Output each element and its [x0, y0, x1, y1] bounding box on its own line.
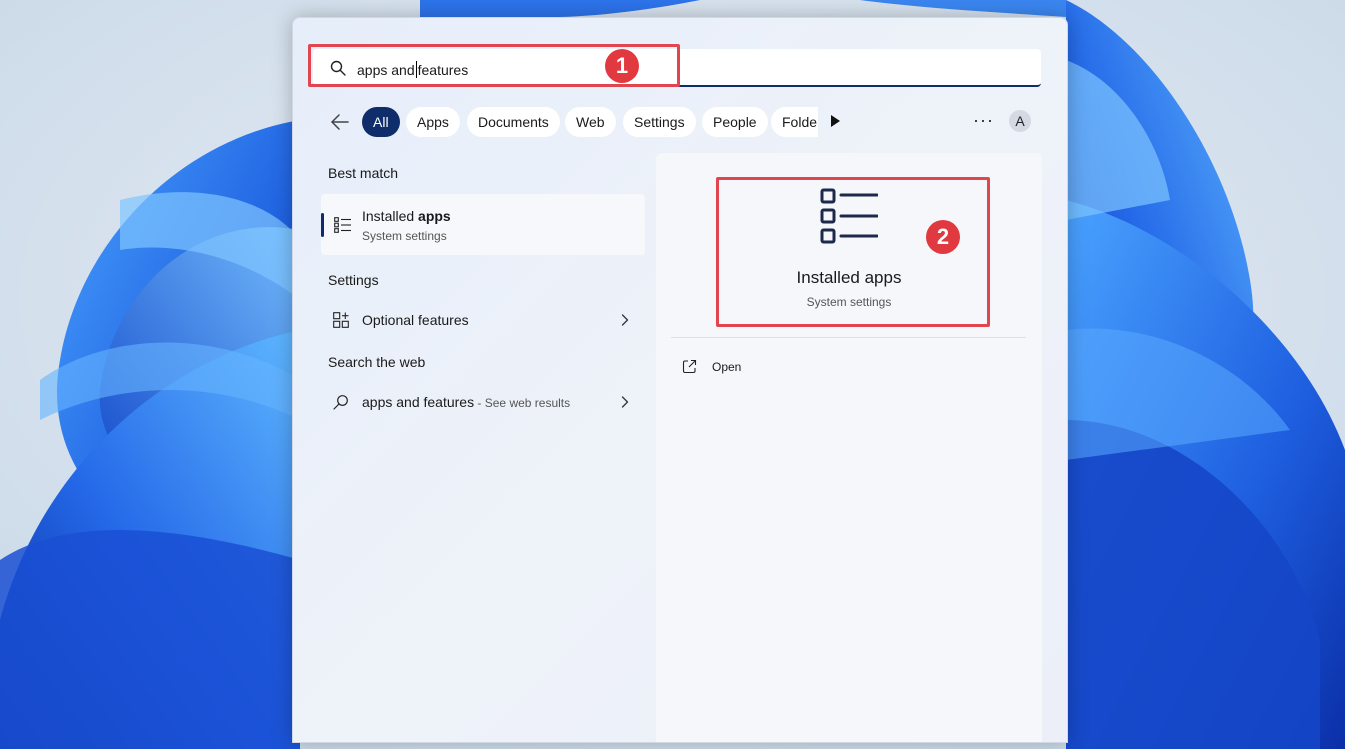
- filter-folders[interactable]: Folde: [771, 107, 818, 137]
- web-result-label: apps and features - See web results: [362, 394, 570, 410]
- chevron-right-icon: [621, 314, 629, 326]
- start-search-panel: apps and features 1 All Apps Documents We…: [292, 17, 1068, 743]
- section-search-web: Search the web: [328, 354, 426, 370]
- web-result-suffix: - See web results: [474, 396, 571, 410]
- annotation-badge-1: 1: [605, 49, 639, 83]
- section-settings: Settings: [328, 272, 379, 288]
- section-best-match: Best match: [328, 165, 399, 181]
- scroll-right-icon[interactable]: [831, 115, 840, 127]
- best-match-installed-apps[interactable]: Installed apps System settings: [321, 194, 645, 255]
- open-action[interactable]: Open: [682, 357, 802, 379]
- filter-all[interactable]: All: [362, 107, 400, 137]
- web-result-query: apps and features: [362, 394, 475, 410]
- settings-result-optional-features[interactable]: Optional features: [321, 303, 645, 337]
- web-result-apps-and-features[interactable]: apps and features - See web results: [321, 385, 645, 419]
- best-match-subtitle: System settings: [362, 229, 447, 243]
- open-external-icon: [682, 359, 697, 374]
- optional-features-icon: [333, 312, 349, 328]
- back-arrow-icon[interactable]: [328, 106, 352, 138]
- filter-web[interactable]: Web: [565, 107, 616, 137]
- best-match-title-plain: Installed: [362, 208, 419, 224]
- selection-indicator: [321, 213, 324, 237]
- filter-apps[interactable]: Apps: [406, 107, 460, 137]
- filter-people[interactable]: People: [702, 107, 768, 137]
- filter-settings[interactable]: Settings: [623, 107, 696, 137]
- best-match-title: Installed apps: [362, 208, 451, 224]
- web-search-icon: [333, 395, 348, 410]
- open-action-label: Open: [712, 360, 742, 374]
- settings-result-label: Optional features: [362, 312, 469, 328]
- list-settings-icon: [334, 217, 351, 233]
- settings-label-plain: Optional: [362, 312, 419, 328]
- filter-documents[interactable]: Documents: [467, 107, 560, 137]
- account-avatar[interactable]: A: [1009, 110, 1031, 132]
- settings-label-bold: features: [418, 312, 469, 328]
- chevron-right-icon: [621, 396, 629, 408]
- details-divider: [671, 337, 1026, 338]
- best-match-title-bold: apps: [418, 208, 451, 224]
- annotation-badge-2: 2: [926, 220, 960, 254]
- more-options-icon[interactable]: ···: [973, 110, 994, 131]
